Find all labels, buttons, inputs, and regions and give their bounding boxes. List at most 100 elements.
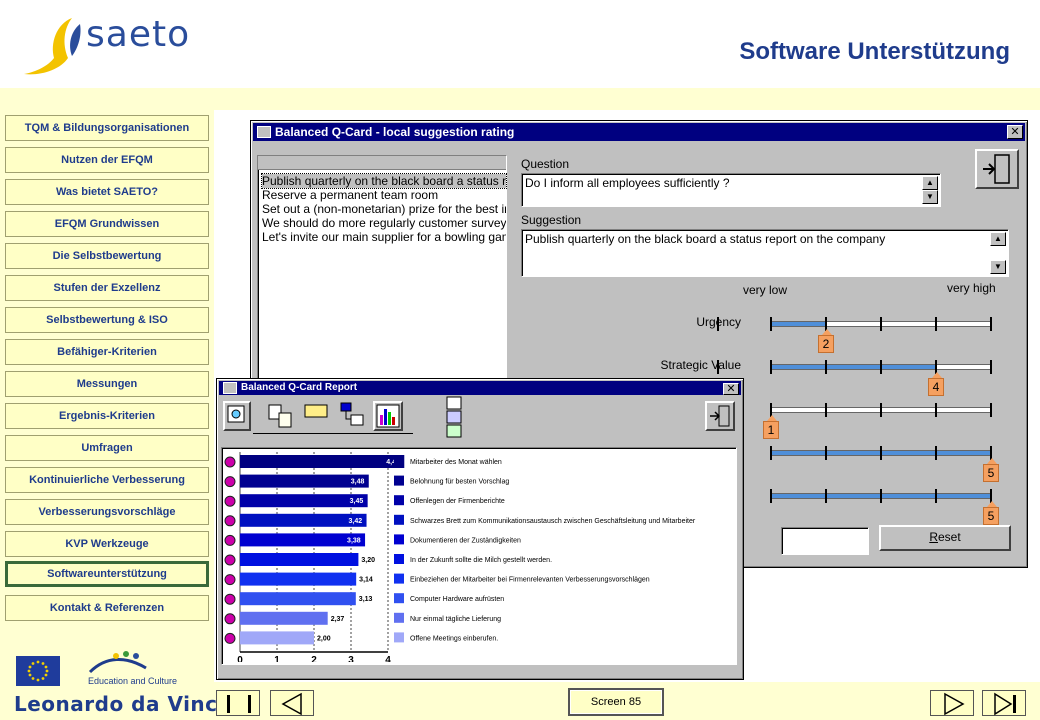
sidebar-item-kvp[interactable]: KVP Werkzeuge xyxy=(5,531,209,557)
bar-chart-icon xyxy=(376,404,400,428)
reset-button[interactable]: Reset xyxy=(879,525,1011,551)
slider-tick xyxy=(880,403,882,417)
preview-button[interactable] xyxy=(223,401,251,431)
sidebar-item-vorschlaege[interactable]: Verbesserungsvorschläge xyxy=(5,499,209,525)
slider-tick xyxy=(935,446,937,460)
legend-swatch xyxy=(394,475,404,486)
list-item[interactable]: Reserve a permanent team room xyxy=(262,188,506,202)
slider-start-tick xyxy=(717,317,719,331)
sidebar-item-befaehiger[interactable]: Befähiger-Kriterien xyxy=(5,339,209,365)
header: saeto Software Unterstützung xyxy=(0,0,1040,88)
slider-tick xyxy=(825,360,827,374)
suggestion-field[interactable]: Publish quarterly on the black board a s… xyxy=(521,229,1009,277)
legend-swatch xyxy=(394,456,404,466)
legend-swatch xyxy=(394,632,404,643)
row-icon xyxy=(224,515,236,527)
last-screen-button[interactable] xyxy=(982,690,1026,716)
sidebar-item-selbstbewertung[interactable]: Die Selbstbewertung xyxy=(5,243,209,269)
sidebar-item-nutzen[interactable]: Nutzen der EFQM xyxy=(5,147,209,173)
scroll-up-icon[interactable]: ▲ xyxy=(922,176,938,190)
first-screen-button[interactable] xyxy=(216,690,260,716)
eu-flag-icon xyxy=(16,656,60,686)
question-field[interactable]: Do I inform all employees sufficiently ?… xyxy=(521,173,941,207)
slider-thumb[interactable]: 5 xyxy=(983,458,999,482)
documents-icon xyxy=(268,404,292,428)
toolbar-icon-docs[interactable] xyxy=(265,403,295,431)
page-title: Software Unterstützung xyxy=(739,38,1010,65)
report-exit-button[interactable] xyxy=(705,401,735,431)
slider-thumb[interactable]: 5 xyxy=(983,501,999,525)
legend-label: Schwarzes Brett zum Kommunikationsaustau… xyxy=(410,518,696,525)
qcard-titlebar: Balanced Q-Card - local suggestion ratin… xyxy=(253,123,1025,141)
program-name: Leonardo da Vinci xyxy=(14,692,225,716)
suggestion-list[interactable]: Publish quarterly on the black board a s… xyxy=(257,155,507,389)
legend-swatch xyxy=(394,534,404,545)
exit-button[interactable] xyxy=(975,149,1019,189)
list-item[interactable]: Set out a (non-monetarian) prize for the… xyxy=(262,202,506,216)
slider-thumb[interactable]: 1 xyxy=(763,415,779,439)
screen-number: Screen 85 xyxy=(568,688,664,716)
scroll-up-icon[interactable]: ▲ xyxy=(990,232,1006,246)
list-item[interactable]: We should do more regularly customer sur… xyxy=(262,216,506,230)
x-tick-label: 3 xyxy=(348,655,354,662)
slider-tick xyxy=(880,317,882,331)
sidebar-item-messungen[interactable]: Messungen xyxy=(5,371,209,397)
next-screen-button[interactable] xyxy=(930,690,974,716)
toolbar-icon-tree[interactable] xyxy=(337,401,367,429)
bar-value-label: 3,42 xyxy=(349,518,363,525)
list-item[interactable]: Publish quarterly on the black board a s… xyxy=(261,173,507,189)
sidebar-item-kontinuierlich[interactable]: Kontinuierliche Verbesserung xyxy=(5,467,209,493)
row-icon xyxy=(224,613,236,625)
sidebar-item-grundwissen[interactable]: EFQM Grundwissen xyxy=(5,211,209,237)
scale-low-label: very low xyxy=(743,283,788,297)
scroll-down-icon[interactable]: ▼ xyxy=(922,190,938,204)
status-field xyxy=(781,527,869,555)
sidebar-item-stufen[interactable]: Stufen der Exzellenz xyxy=(5,275,209,301)
bar xyxy=(240,455,405,468)
legend-swatch xyxy=(394,495,404,506)
slider-fill xyxy=(771,365,936,369)
x-tick-label: 2 xyxy=(311,655,317,662)
bar-value-label: 2,37 xyxy=(331,616,345,623)
legend-swatch xyxy=(394,514,404,525)
slider-thumb[interactable]: 2 xyxy=(818,329,834,353)
row-icon xyxy=(224,554,236,566)
slider-tick xyxy=(990,403,992,417)
sidebar-item-ergebnis[interactable]: Ergebnis-Kriterien xyxy=(5,403,209,429)
toolbar-icon-folder[interactable] xyxy=(303,401,333,421)
scroll-down-icon[interactable]: ▼ xyxy=(990,260,1006,274)
close-icon[interactable]: ✕ xyxy=(723,383,739,395)
legend-label: Nur einmal tägliche Lieferung xyxy=(410,616,501,623)
slider-thumb[interactable]: 4 xyxy=(928,372,944,396)
chart-button[interactable] xyxy=(373,401,403,431)
row-icon xyxy=(224,476,236,488)
legend-swatch xyxy=(394,573,404,584)
sidebar-item-kontakt[interactable]: Kontakt & Referenzen xyxy=(5,595,209,621)
legend-label: Offene Meetings einberufen. xyxy=(410,635,498,642)
slider-tick xyxy=(880,446,882,460)
slider-tick xyxy=(990,317,992,331)
bar-value-label: 3,14 xyxy=(359,577,373,584)
list-item[interactable]: Let's invite our main supplier for a bow… xyxy=(262,230,506,244)
close-icon[interactable]: ✕ xyxy=(1007,125,1023,139)
sidebar-item-software[interactable]: Softwareunterstützung xyxy=(5,561,209,587)
bar-value-label: 3,13 xyxy=(359,596,373,603)
question-label: Question xyxy=(521,157,570,171)
bar-value-label: 3,48 xyxy=(351,479,365,486)
sidebar-item-tqm[interactable]: TQM & Bildungsorganisationen xyxy=(5,115,209,141)
previous-screen-button[interactable] xyxy=(270,690,314,716)
bar-value-label: 3,38 xyxy=(347,537,361,544)
tree-icon xyxy=(340,402,364,426)
exit-door-icon xyxy=(983,154,1010,184)
sidebar-item-saeto[interactable]: Was bietet SAETO? xyxy=(5,179,209,205)
legend-label: Dokumentieren der Zuständigkeiten xyxy=(410,537,521,544)
reset-accel: R xyxy=(929,530,938,544)
question-text: Do I inform all employees sufficiently ? xyxy=(525,176,730,190)
slider-tick xyxy=(770,317,772,331)
list-header xyxy=(258,156,506,170)
suggestion-label: Suggestion xyxy=(521,213,582,227)
sidebar-item-umfragen[interactable]: Umfragen xyxy=(5,435,209,461)
sidebar-item-iso[interactable]: Selbstbewertung & ISO xyxy=(5,307,209,333)
slider-start-tick xyxy=(717,360,719,374)
slider-label: Strategic Value xyxy=(660,358,742,372)
